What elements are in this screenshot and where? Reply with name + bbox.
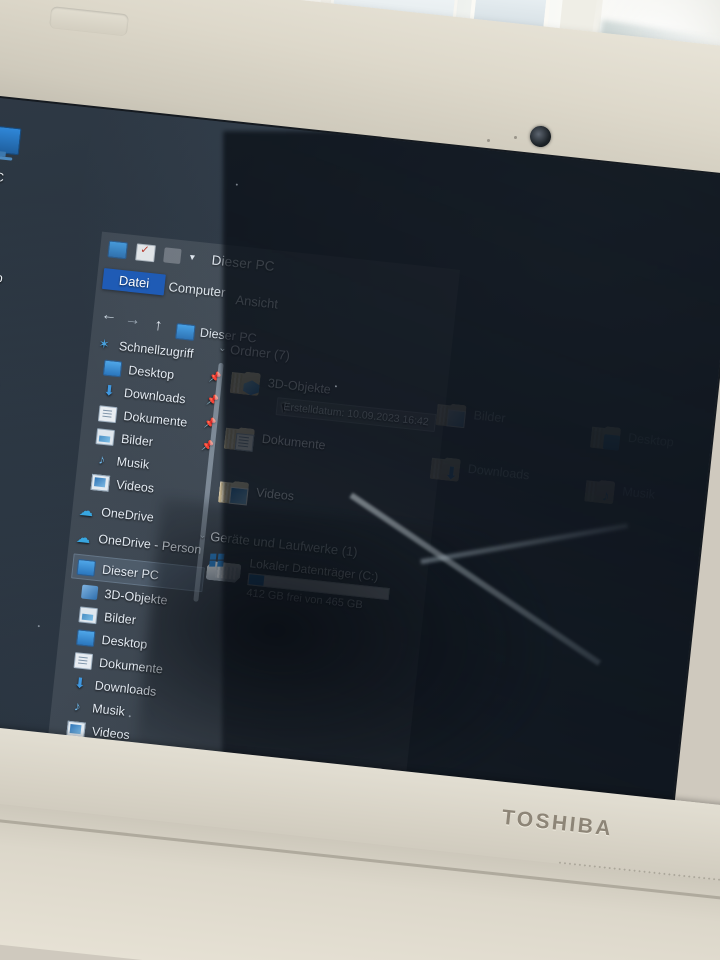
- nav-item-label: Dokumente: [122, 408, 188, 430]
- documents-icon: [97, 404, 118, 423]
- desktop-icon: [102, 359, 123, 377]
- pictures-icon: [78, 605, 99, 624]
- nav-item-label: Desktop: [127, 362, 175, 382]
- nav-item-label: Downloads: [123, 385, 187, 406]
- documents-icon: [73, 651, 94, 670]
- new-folder-icon[interactable]: [163, 247, 182, 265]
- properties-icon[interactable]: [135, 243, 156, 263]
- desktop-icon-pc[interactable]: PC: [0, 115, 53, 190]
- nav-item-label: Bilder: [103, 609, 137, 627]
- nav-item-label: Musik: [116, 453, 150, 472]
- tab-datei[interactable]: Datei: [101, 268, 167, 296]
- desktop-icon-label: Zoom: [0, 472, 9, 497]
- tab-computer[interactable]: Computer: [168, 279, 226, 300]
- star-icon: ✶: [97, 335, 111, 352]
- this-pc-icon: [175, 323, 196, 341]
- nav-item-label: Schnellzugriff: [118, 338, 195, 361]
- lid-latch: [49, 6, 129, 37]
- desktop-icon-label: Papierkorb: [0, 264, 4, 286]
- this-pc-icon: [76, 558, 97, 577]
- desktop-icon: [76, 628, 96, 647]
- music-icon: ♪: [73, 697, 82, 714]
- nav-item-label: Desktop: [100, 632, 149, 652]
- downloads-icon: ⬇: [102, 381, 116, 399]
- pictures-icon: [95, 427, 116, 446]
- videos-icon: [90, 473, 111, 492]
- up-icon[interactable]: ↑: [153, 317, 164, 336]
- 3d-objects-icon: [81, 584, 99, 600]
- forward-icon[interactable]: →: [124, 311, 142, 331]
- quick-access-toolbar[interactable]: ▾: [107, 240, 195, 266]
- nav-item-label: Videos: [115, 477, 155, 496]
- photo-scene: PC ♺ Papierkorb Google Chrome Zoom: [0, 0, 720, 960]
- nav-item-label: OneDrive: [100, 504, 155, 525]
- brand-logo: TOSHIBA: [500, 805, 615, 841]
- recycle-bin-icon: ♺: [0, 216, 2, 267]
- nav-item-label: Bilder: [120, 431, 154, 449]
- chevron-down-icon[interactable]: ▾: [189, 252, 195, 263]
- this-pc-icon: [0, 118, 24, 169]
- back-icon[interactable]: ←: [100, 306, 118, 326]
- this-pc-icon[interactable]: [107, 240, 129, 260]
- desktop-icon-label: Google Chrome: [0, 367, 8, 392]
- nav-item-label: Dieser PC: [101, 562, 160, 583]
- nav-item-label: Musik: [91, 700, 126, 719]
- onedrive-icon: ☁: [78, 501, 95, 519]
- downloads-icon: ⬇: [73, 673, 87, 691]
- onedrive-icon: ☁: [75, 528, 92, 546]
- music-icon: ♪: [97, 451, 106, 467]
